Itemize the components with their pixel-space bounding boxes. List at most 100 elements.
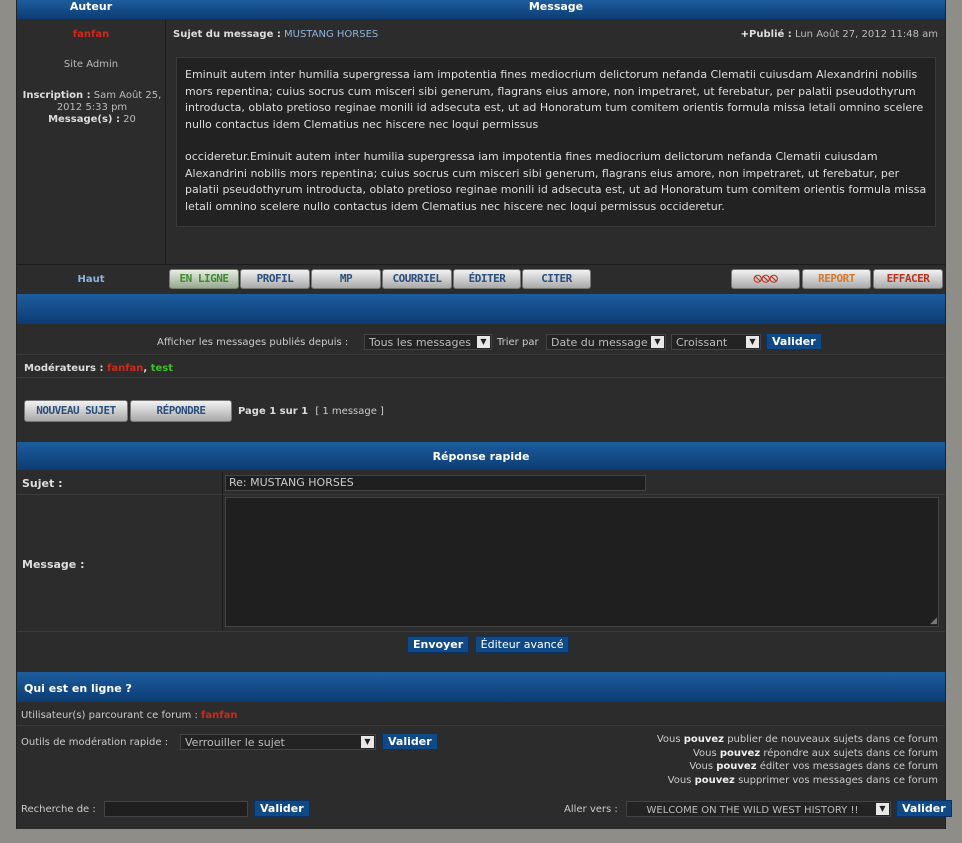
- permission-verb: pouvez: [694, 774, 735, 786]
- sort-select-value: Date du message: [551, 336, 648, 349]
- forum-frame: Auteur Message fanfan Site Admin Inscrip…: [16, 0, 952, 829]
- post-paragraph-1: Eminuit autem inter humilia supergressa …: [185, 68, 924, 131]
- author-inscription: Inscription : Sam Août 25, 2012 5:33 pm …: [21, 90, 163, 126]
- moderators-label: Modérateurs :: [24, 363, 104, 374]
- since-select-value: Tous les messages: [369, 336, 471, 349]
- chevron-down-icon: ▼: [876, 803, 889, 815]
- divider: [17, 631, 945, 632]
- messages-value: 20: [123, 114, 136, 125]
- permission-subject: Vous: [689, 761, 714, 772]
- ban-icons-button[interactable]: ⦸⦸⦸: [731, 269, 800, 289]
- chevron-down-icon: ▼: [651, 336, 664, 348]
- post-subject: Sujet du message : MUSTANG HORSES: [173, 29, 378, 40]
- profile-button[interactable]: PROFIL: [240, 269, 310, 289]
- permission-delete: Vous pouvez supprimer vos messages dans …: [657, 774, 938, 788]
- reply-button[interactable]: RÉPONDRE: [130, 400, 232, 422]
- posted-label: Publié :: [749, 29, 792, 40]
- advanced-editor-button[interactable]: Éditeur avancé: [474, 636, 570, 653]
- moderators-line: Modérateurs : fanfan, test: [24, 363, 173, 374]
- browsing-line: Utilisateur(s) parcourant ce forum : fan…: [21, 710, 237, 721]
- divider: [17, 377, 945, 378]
- search-label: Recherche de :: [21, 804, 96, 815]
- goto-submit-wrap: Valider: [896, 800, 952, 817]
- author-panel: [17, 20, 166, 264]
- message-field-label: Message :: [22, 558, 85, 571]
- search-submit-button[interactable]: Valider: [254, 800, 310, 817]
- order-select-value: Croissant: [676, 336, 728, 349]
- modtools-select-value: Verrouiller le sujet: [185, 736, 285, 749]
- goto-submit-button[interactable]: Valider: [896, 800, 952, 817]
- subject-label: Sujet du message :: [173, 29, 281, 40]
- quick-reply-actions: Envoyer Éditeur avancé: [407, 636, 570, 653]
- moderator-separator: ,: [143, 363, 148, 374]
- pm-button[interactable]: MP: [311, 269, 381, 289]
- new-topic-button[interactable]: NOUVEAU SUJET: [24, 400, 128, 422]
- modtools-submit-button[interactable]: Valider: [382, 733, 438, 750]
- filter-label: Afficher les messages publiés depuis :: [157, 337, 349, 348]
- permission-text: supprimer vos messages dans ce forum: [738, 774, 938, 786]
- online-header: [17, 672, 945, 702]
- goto-select[interactable]: WELCOME ON THE WILD WEST HISTORY !! ▼: [626, 801, 891, 817]
- report-button[interactable]: REPORT: [802, 269, 871, 289]
- email-button[interactable]: COURRIEL: [382, 269, 452, 289]
- message-textarea[interactable]: ◢: [225, 497, 939, 627]
- search-input[interactable]: [104, 801, 248, 817]
- subject-field-label: Sujet :: [22, 477, 63, 490]
- moderator-1[interactable]: fanfan: [107, 363, 143, 374]
- permission-text: répondre aux sujets dans ce forum: [763, 747, 938, 759]
- subject-input[interactable]: Re: MUSTANG HORSES: [225, 475, 646, 491]
- browsing-label: Utilisateur(s) parcourant ce forum :: [21, 710, 198, 721]
- post-paragraph-2: occideretur.Eminuit autem inter humilia …: [185, 150, 927, 213]
- permissions-list: Vous pouvez publier de nouveaux sujets d…: [657, 733, 938, 787]
- pagination-info: Page 1 sur 1 [ 1 message ]: [238, 406, 384, 417]
- since-select[interactable]: Tous les messages ▼: [364, 334, 492, 350]
- modtools-select[interactable]: Verrouiller le sujet ▼: [180, 734, 376, 750]
- author-column-header: Auteur: [69, 0, 113, 13]
- goto-select-value: WELCOME ON THE WILD WEST HISTORY !!: [646, 805, 859, 816]
- inscription-label: Inscription :: [22, 90, 91, 101]
- order-select[interactable]: Croissant ▼: [671, 334, 761, 350]
- post-body: Eminuit autem inter humilia supergressa …: [176, 57, 936, 227]
- permission-subject: Vous: [667, 774, 692, 786]
- permission-post: Vous pouvez publier de nouveaux sujets d…: [657, 733, 938, 747]
- permission-subject: Vous: [692, 747, 717, 759]
- search-submit-wrap: Valider: [254, 800, 310, 817]
- online-button[interactable]: EN LIGNE: [169, 269, 239, 289]
- top-link[interactable]: Haut: [17, 274, 165, 285]
- goto-label: Aller vers :: [564, 804, 618, 815]
- posted-value: Lun Août 27, 2012 11:48 am: [794, 29, 938, 40]
- chevron-down-icon: ▼: [746, 336, 759, 348]
- chevron-down-icon: ▼: [477, 336, 490, 348]
- moderator-2[interactable]: test: [151, 363, 173, 374]
- filter-submit-wrap: Valider: [766, 333, 822, 350]
- filter-submit-button[interactable]: Valider: [766, 333, 822, 350]
- browsing-user[interactable]: fanfan: [201, 710, 237, 721]
- resize-handle-icon[interactable]: ◢: [930, 617, 937, 626]
- messages-label: Message(s) :: [48, 114, 120, 125]
- message-column-header: Message: [528, 0, 584, 13]
- permission-subject: Vous: [656, 734, 681, 745]
- quote-button[interactable]: CITER: [522, 269, 591, 289]
- page-info: Page 1 sur 1: [238, 406, 309, 417]
- send-button[interactable]: Envoyer: [407, 636, 470, 653]
- message-count: [ 1 message ]: [315, 406, 384, 417]
- modtools-submit-wrap: Valider: [382, 733, 438, 750]
- quick-reply-title: Réponse rapide: [432, 450, 530, 463]
- permission-verb: pouvez: [716, 761, 757, 772]
- post-date: +Publié : Lun Août 27, 2012 11:48 am: [741, 29, 938, 40]
- permission-text: éditer vos messages dans ce forum: [759, 761, 938, 772]
- online-title: Qui est en ligne ?: [24, 682, 132, 695]
- author-name[interactable]: fanfan: [17, 29, 165, 40]
- permission-text: publier de nouveaux sujets dans ce forum: [727, 734, 938, 745]
- permission-edit: Vous pouvez éditer vos messages dans ce …: [657, 760, 938, 774]
- permission-reply: Vous pouvez répondre aux sujets dans ce …: [657, 747, 938, 761]
- author-rank: Site Admin: [63, 59, 119, 70]
- subject-value[interactable]: MUSTANG HORSES: [284, 29, 378, 40]
- sort-select[interactable]: Date du message ▼: [546, 334, 666, 350]
- post-footer-bar: [17, 294, 945, 324]
- sort-label: Trier par: [497, 337, 539, 348]
- edit-button[interactable]: ÉDITER: [453, 269, 521, 289]
- post-link-icon[interactable]: +: [741, 29, 749, 40]
- delete-button[interactable]: EFFACER: [873, 269, 943, 289]
- modtools-label: Outils de modération rapide :: [21, 737, 169, 748]
